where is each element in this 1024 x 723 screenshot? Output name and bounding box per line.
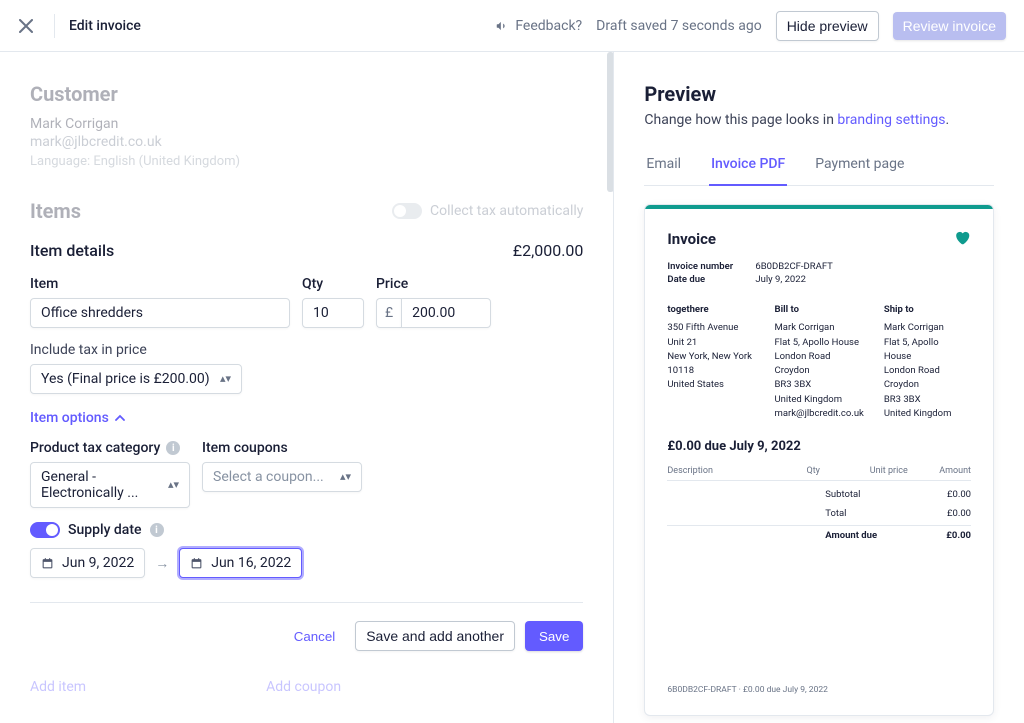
price-currency: £	[376, 298, 401, 328]
tab-payment-page[interactable]: Payment page	[813, 146, 906, 185]
coupons-label: Item coupons	[202, 440, 362, 456]
doc-from-block: togethere 350 Fifth Avenue Unit 21 New Y…	[667, 303, 754, 421]
customer-email: mark@jlbcredit.co.uk	[30, 134, 583, 150]
customer-language: Language: English (United Kingdom)	[30, 154, 583, 169]
tab-invoice-pdf[interactable]: Invoice PDF	[709, 146, 787, 186]
supply-date-end[interactable]: Jun 16, 2022	[179, 548, 302, 578]
app-header: Edit invoice Feedback? Draft saved 7 sec…	[0, 0, 1024, 52]
doc-shipto-block: Ship to Mark Corrigan Flat 5, Apollo Hou…	[884, 303, 971, 421]
cancel-button[interactable]: Cancel	[284, 621, 346, 651]
info-icon[interactable]: i	[166, 441, 180, 455]
megaphone-icon	[495, 19, 509, 33]
preview-subtitle: Change how this page looks in branding s…	[644, 112, 994, 128]
page-title: Edit invoice	[69, 18, 141, 34]
close-icon[interactable]	[12, 12, 40, 40]
draft-status: Draft saved 7 seconds ago	[596, 18, 762, 34]
item-name-input[interactable]: Office shredders	[30, 298, 290, 328]
editor-pane: Customer Mark Corrigan mark@jlbcredit.co…	[0, 52, 614, 723]
tab-email[interactable]: Email	[644, 146, 683, 185]
item-options-toggle[interactable]: Item options	[30, 410, 125, 426]
preview-tabs: Email Invoice PDF Payment page	[644, 146, 994, 186]
chevron-updown-icon: ▴▾	[168, 481, 179, 489]
tax-category-label: Product tax category	[30, 440, 160, 456]
supply-date-toggle[interactable]	[30, 522, 60, 538]
save-button[interactable]: Save	[525, 621, 583, 651]
preview-pane: Preview Change how this page looks in br…	[614, 52, 1024, 723]
doc-due-headline: £0.00 due July 9, 2022	[667, 439, 971, 454]
item-details-label: Item details	[30, 241, 114, 260]
header-divider	[54, 14, 55, 38]
doc-table-header: Description Qty Unit price Amount	[667, 466, 971, 481]
doc-invnum-value: 6B0DB2CF-DRAFT	[755, 261, 832, 272]
customer-heading: Customer	[30, 82, 583, 106]
branding-settings-link[interactable]: branding settings	[837, 112, 945, 128]
scrollbar[interactable]	[607, 52, 614, 723]
coupons-select[interactable]: Select a coupon... ▴▾	[202, 462, 362, 492]
item-details-total: £2,000.00	[513, 241, 584, 260]
doc-due-label: Date due	[667, 274, 745, 285]
chevron-updown-icon: ▴▾	[220, 375, 231, 383]
hide-preview-button[interactable]: Hide preview	[776, 11, 879, 41]
supply-date-start[interactable]: Jun 9, 2022	[30, 548, 145, 578]
supply-date-label: Supply date	[68, 522, 142, 538]
doc-invnum-label: Invoice number	[667, 261, 745, 272]
calendar-icon	[190, 557, 203, 570]
doc-footer: 6B0DB2CF-DRAFT · £0.00 due July 9, 2022	[667, 685, 971, 695]
add-item-link[interactable]: Add item	[30, 679, 86, 695]
qty-label: Qty	[302, 276, 364, 292]
chevron-up-icon	[115, 413, 125, 423]
review-invoice-button[interactable]: Review invoice	[893, 12, 1006, 40]
price-label: Price	[376, 276, 491, 292]
collect-tax-row: Collect tax automatically	[392, 203, 583, 219]
tax-category-select[interactable]: General - Electronically ... ▴▾	[30, 462, 190, 508]
qty-input[interactable]: 10	[302, 298, 364, 328]
add-coupon-link[interactable]: Add coupon	[266, 679, 341, 695]
logo-icon	[953, 229, 971, 249]
doc-summary: Subtotal £0.00 Total £0.00 Amount due £0…	[667, 485, 971, 545]
divider	[30, 602, 583, 603]
chevron-updown-icon: ▴▾	[340, 473, 351, 481]
price-input[interactable]: 200.00	[401, 298, 491, 328]
preview-title: Preview	[644, 82, 994, 106]
item-label: Item	[30, 276, 290, 292]
include-tax-label: Include tax in price	[30, 342, 583, 358]
doc-heading: Invoice	[667, 230, 716, 248]
collect-tax-label: Collect tax automatically	[430, 203, 583, 219]
include-tax-select[interactable]: Yes (Final price is £200.00) ▴▾	[30, 364, 242, 394]
items-heading: Items	[30, 199, 81, 223]
doc-due-value: July 9, 2022	[755, 274, 806, 285]
collect-tax-toggle[interactable]	[392, 203, 422, 219]
save-add-another-button[interactable]: Save and add another	[355, 621, 515, 651]
arrow-right-icon: →	[155, 555, 169, 572]
doc-billto-block: Bill to Mark Corrigan Flat 5, Apollo Hou…	[775, 303, 864, 421]
customer-section: Customer Mark Corrigan mark@jlbcredit.co…	[30, 82, 583, 169]
customer-name: Mark Corrigan	[30, 116, 583, 132]
feedback-link[interactable]: Feedback?	[495, 18, 582, 34]
info-icon[interactable]: i	[150, 523, 164, 537]
invoice-document: Invoice Invoice number 6B0DB2CF-DRAFT Da…	[644, 204, 994, 716]
calendar-icon	[41, 557, 54, 570]
